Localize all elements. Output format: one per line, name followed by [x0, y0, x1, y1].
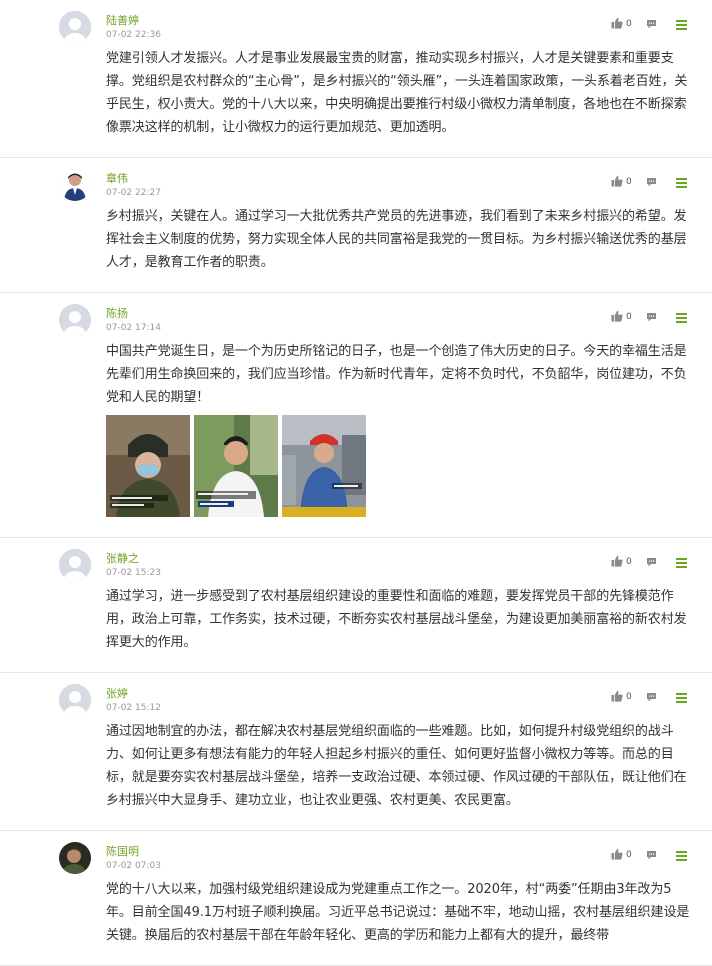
comment-text: 中国共产党诞生日，是一个为历史所铭记的日子，也是一个创造了伟大历史的日子。今天的…: [106, 344, 687, 405]
comment-body: 陈国明 07-02 07:03 党的十八大以来，加强村级党组织建设成为党建重点工作之…: [106, 845, 696, 947]
comment-text: 乡村振兴，关键在人。通过学习一大批优秀共产党员的先进事迹，我们看到了未来乡村振兴…: [106, 209, 687, 270]
author-name[interactable]: 陆善婷: [106, 14, 696, 28]
reply-button[interactable]: [646, 687, 657, 706]
comment-icon: [646, 552, 657, 571]
reply-button[interactable]: [646, 552, 657, 571]
like-count: 0: [626, 311, 632, 322]
like-count: 0: [626, 849, 632, 860]
comment-actions: 0: [611, 687, 687, 706]
like-count: 0: [626, 18, 632, 29]
comment-item: 0 张静之 07-02 15:23 通过学习，进一步感受到了农村基层组织建设的重要性和…: [0, 538, 712, 673]
menu-icon[interactable]: [676, 313, 687, 323]
comment-actions: 0: [611, 845, 687, 864]
like-button[interactable]: 0: [611, 307, 638, 326]
reply-button[interactable]: [646, 14, 657, 33]
avatar[interactable]: [59, 11, 91, 43]
comment-photos: [106, 415, 696, 517]
comment-photo[interactable]: [194, 415, 278, 517]
comment-feed: 0 陆善婷 07-02 22:36 党建引领人才发振兴。人才是事业发展最宝贵的财富，推…: [0, 0, 712, 966]
author-name[interactable]: 陈扬: [106, 307, 696, 321]
author-name[interactable]: 张静之: [106, 552, 696, 566]
reply-button[interactable]: [646, 172, 657, 191]
comment-time: 07-02 17:14: [106, 323, 161, 333]
thumbs-up-icon: [611, 172, 623, 191]
comment-time: 07-02 15:23: [106, 568, 161, 578]
avatar[interactable]: [59, 304, 91, 336]
comment-text: 党的十八大以来，加强村级党组织建设成为党建重点工作之一。2020年，村“两委”任…: [106, 882, 690, 943]
reply-button[interactable]: [646, 307, 657, 326]
comment-actions: 0: [611, 14, 687, 33]
comment-icon: [646, 307, 657, 326]
thumbs-up-icon: [611, 552, 623, 571]
reply-button[interactable]: [646, 845, 657, 864]
comment-text: 通过学习，进一步感受到了农村基层组织建设的重要性和面临的难题，要发挥党员干部的先…: [106, 589, 687, 650]
avatar[interactable]: [59, 549, 91, 581]
like-button[interactable]: 0: [611, 845, 638, 864]
comment-item: 0 陆善婷 07-02 22:36 党建引领人才发振兴。人才是事业发展最宝贵的财富，推…: [0, 0, 712, 158]
comment-actions: 0: [611, 172, 687, 191]
like-count: 0: [626, 691, 632, 702]
comment-body: 陈扬 07-02 17:14 中国共产党诞生日，是一个为历史所铭记的日子，也是一个创…: [106, 307, 696, 517]
comment-time: 07-02 22:36: [106, 30, 161, 40]
comment-icon: [646, 172, 657, 191]
author-name[interactable]: 张婷: [106, 687, 696, 701]
like-button[interactable]: 0: [611, 552, 638, 571]
comment-item: 0 章伟 07-02 22:27 乡村振兴，关键在人。通过学习一大批优秀共产党员的先进…: [0, 158, 712, 293]
like-button[interactable]: 0: [611, 172, 638, 191]
comment-item: 0 陈国明 07-02 07:03 党的十八大以来，加强村级党组织建设成为党建重点工作…: [0, 831, 712, 966]
menu-icon[interactable]: [676, 693, 687, 703]
avatar[interactable]: [59, 169, 91, 201]
menu-icon[interactable]: [676, 851, 687, 861]
comment-icon: [646, 845, 657, 864]
comment-time: 07-02 07:03: [106, 861, 161, 871]
thumbs-up-icon: [611, 687, 623, 706]
comment-icon: [646, 687, 657, 706]
avatar[interactable]: [59, 684, 91, 716]
comment-time: 07-02 22:27: [106, 188, 161, 198]
author-name[interactable]: 章伟: [106, 172, 696, 186]
comment-body: 章伟 07-02 22:27 乡村振兴，关键在人。通过学习一大批优秀共产党员的先进事…: [106, 172, 696, 274]
like-button[interactable]: 0: [611, 14, 638, 33]
comment-text: 党建引领人才发振兴。人才是事业发展最宝贵的财富，推动实现乡村振兴，人才是关键要素…: [106, 51, 688, 135]
comment-body: 张静之 07-02 15:23 通过学习，进一步感受到了农村基层组织建设的重要性和面…: [106, 552, 696, 654]
comment-item: 0 陈扬 07-02 17:14 中国共产党诞生日，是一个为历史所铭记的日子，也是一个…: [0, 293, 712, 538]
thumbs-up-icon: [611, 307, 623, 326]
menu-icon[interactable]: [676, 20, 687, 30]
author-name[interactable]: 陈国明: [106, 845, 696, 859]
comment-time: 07-02 15:12: [106, 703, 161, 713]
comment-body: 陆善婷 07-02 22:36 党建引领人才发振兴。人才是事业发展最宝贵的财富，推动…: [106, 14, 696, 139]
comment-photo[interactable]: [282, 415, 366, 517]
comment-photo[interactable]: [106, 415, 190, 517]
menu-icon[interactable]: [676, 558, 687, 568]
comment-text: 通过因地制宜的办法，都在解决农村基层党组织面临的一些难题。比如，如何提升村级党组…: [106, 724, 687, 808]
comment-actions: 0: [611, 552, 687, 571]
avatar[interactable]: [59, 842, 91, 874]
comment-body: 张婷 07-02 15:12 通过因地制宜的办法，都在解决农村基层党组织面临的一些难…: [106, 687, 696, 812]
comment-icon: [646, 14, 657, 33]
comment-item: 0 张婷 07-02 15:12 通过因地制宜的办法，都在解决农村基层党组织面临的一些…: [0, 673, 712, 831]
thumbs-up-icon: [611, 14, 623, 33]
like-count: 0: [626, 176, 632, 187]
comment-actions: 0: [611, 307, 687, 326]
thumbs-up-icon: [611, 845, 623, 864]
like-button[interactable]: 0: [611, 687, 638, 706]
menu-icon[interactable]: [676, 178, 687, 188]
like-count: 0: [626, 556, 632, 567]
